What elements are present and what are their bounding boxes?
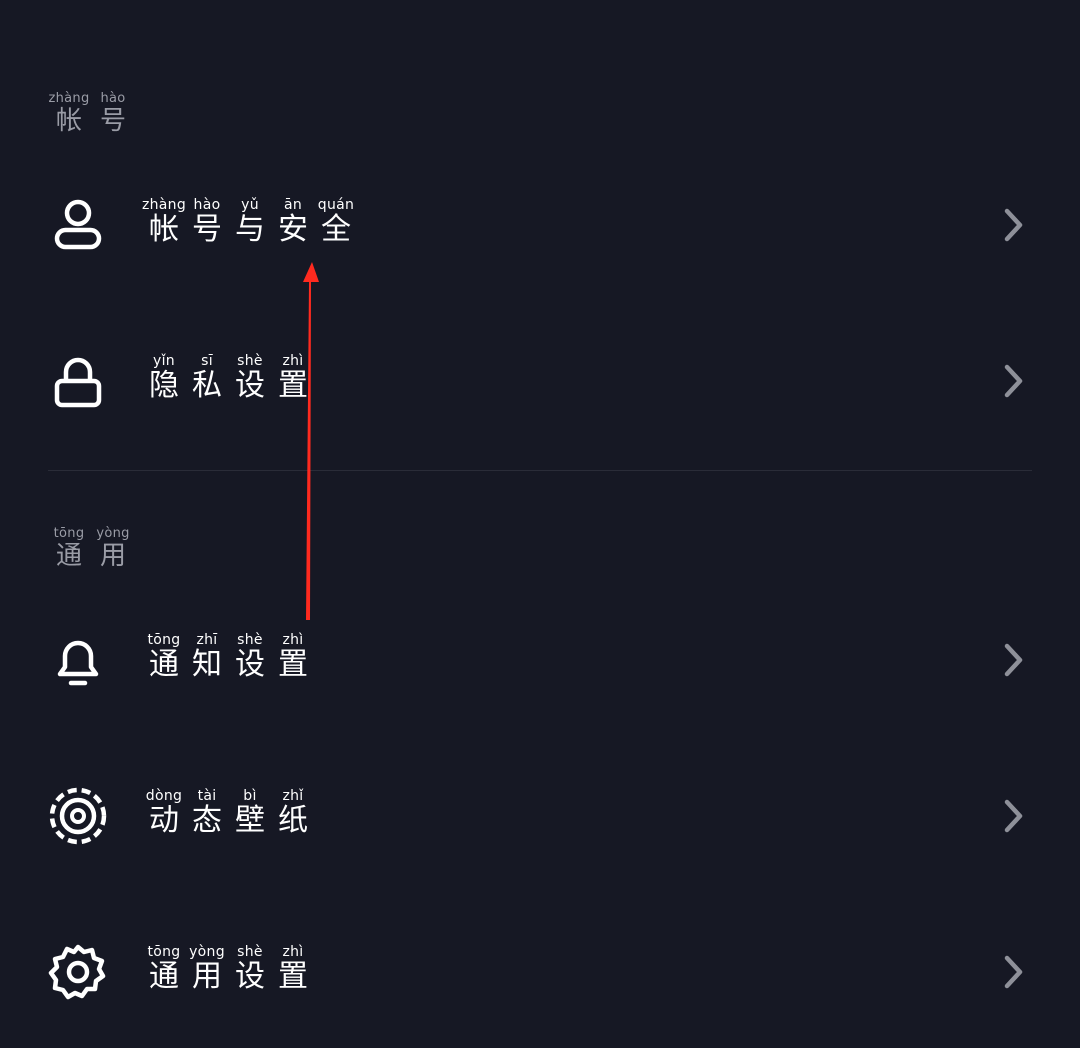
ruby-char: dòng 动 xyxy=(145,788,183,836)
hanzi: 通 xyxy=(149,647,179,682)
pinyin: zhǐ xyxy=(282,788,304,804)
hanzi: 号 xyxy=(192,212,222,247)
settings-item-notifications[interactable]: tōng 通 zhī 知 shè 设 zhì 置 xyxy=(0,610,1080,710)
pinyin: ān xyxy=(283,197,303,213)
pinyin: shè xyxy=(237,353,263,369)
chevron-right-icon xyxy=(1004,208,1023,242)
chevron-right-icon xyxy=(1004,955,1023,989)
pinyin: zhī xyxy=(196,632,218,648)
ruby-char: yǐn 隐 xyxy=(145,353,183,401)
settings-item-general[interactable]: tōng 通 yòng 用 shè 设 zhì 置 xyxy=(0,922,1080,1022)
hanzi: 号 xyxy=(99,106,126,136)
pinyin: yòng xyxy=(189,944,225,960)
chevron-right-icon xyxy=(1004,364,1023,398)
hanzi: 置 xyxy=(278,368,308,403)
ruby-char: shè 设 xyxy=(231,944,269,992)
settings-item-label: dòng 动 tài 态 bì 壁 zhǐ 纸 xyxy=(145,788,312,836)
pinyin: tōng xyxy=(147,944,181,960)
hanzi: 用 xyxy=(192,959,222,994)
pinyin: quán xyxy=(317,197,355,213)
chevron-right-icon xyxy=(1004,643,1023,677)
pinyin: hào xyxy=(100,91,126,106)
gear-icon xyxy=(48,944,106,1000)
pinyin: shè xyxy=(237,632,263,648)
hanzi: 与 xyxy=(235,212,265,247)
hanzi: 纸 xyxy=(278,803,308,838)
hanzi: 通 xyxy=(55,541,82,571)
wallpaper-icon xyxy=(49,787,107,845)
ruby-char: hào 号 xyxy=(94,91,132,136)
hanzi: 全 xyxy=(321,212,351,247)
hanzi: 帐 xyxy=(55,106,82,136)
lock-icon xyxy=(54,357,102,408)
hanzi: 设 xyxy=(235,647,265,682)
section-divider xyxy=(48,470,1032,471)
pinyin: bì xyxy=(243,788,257,804)
hanzi: 通 xyxy=(149,959,179,994)
ruby-char: zhàng 帐 xyxy=(48,91,90,136)
pinyin: tōng xyxy=(147,632,181,648)
ruby-char: quán 全 xyxy=(317,197,355,245)
section-header-general: tōng 通 yòng 用 xyxy=(50,526,132,571)
hanzi: 壁 xyxy=(235,803,265,838)
settings-item-account-security[interactable]: zhàng 帐 hào 号 yǔ 与 ān 安 quán 全 xyxy=(0,175,1080,275)
ruby-char: tōng 通 xyxy=(145,944,183,992)
hanzi: 用 xyxy=(99,541,126,571)
settings-item-label: zhàng 帐 hào 号 yǔ 与 ān 安 quán 全 xyxy=(141,197,355,247)
pinyin: zhàng xyxy=(141,197,187,213)
settings-item-label: tōng 通 zhī 知 shè 设 zhì 置 xyxy=(145,632,312,680)
bell-icon xyxy=(57,640,99,686)
hanzi: 安 xyxy=(278,212,308,247)
ruby-char: tài 态 xyxy=(188,788,226,836)
pinyin: yòng xyxy=(96,526,130,541)
hanzi: 私 xyxy=(192,368,222,403)
ruby-char: sī 私 xyxy=(188,353,226,401)
settings-item-privacy[interactable]: yǐn 隐 sī 私 shè 设 zhì 置 xyxy=(0,331,1080,431)
pinyin: zhì xyxy=(282,632,304,648)
person-icon xyxy=(54,199,102,250)
ruby-char: tōng 通 xyxy=(145,632,183,680)
ruby-char: ān 安 xyxy=(274,197,312,245)
hanzi: 动 xyxy=(149,803,179,838)
ruby-char: zhàng 帐 xyxy=(141,197,187,247)
ruby-char: shè 设 xyxy=(231,632,269,680)
pinyin: shè xyxy=(237,944,263,960)
pinyin: zhàng xyxy=(48,91,90,106)
ruby-char: zhī 知 xyxy=(188,632,226,680)
ruby-char: shè 设 xyxy=(231,353,269,401)
hanzi: 置 xyxy=(278,959,308,994)
hanzi: 设 xyxy=(235,368,265,403)
pinyin: dòng xyxy=(145,788,183,804)
pinyin: zhì xyxy=(282,353,304,369)
pinyin: zhì xyxy=(282,944,304,960)
pinyin: sī xyxy=(201,353,213,369)
ruby-char: hào 号 xyxy=(188,197,226,245)
pinyin: yǔ xyxy=(241,197,259,213)
settings-item-label: yǐn 隐 sī 私 shè 设 zhì 置 xyxy=(145,353,312,401)
pinyin: yǐn xyxy=(153,353,175,369)
hanzi: 设 xyxy=(235,959,265,994)
hanzi: 置 xyxy=(278,647,308,682)
hanzi: 帐 xyxy=(149,212,179,247)
ruby-char: zhì 置 xyxy=(274,353,312,401)
ruby-char: yòng 用 xyxy=(188,944,226,992)
hanzi: 态 xyxy=(192,803,222,838)
hanzi: 知 xyxy=(192,647,222,682)
ruby-char: zhì 置 xyxy=(274,632,312,680)
ruby-char: zhǐ 纸 xyxy=(274,788,312,836)
annotation-arrow xyxy=(303,262,319,620)
settings-item-label: tōng 通 yòng 用 shè 设 zhì 置 xyxy=(145,944,312,992)
ruby-char: yòng 用 xyxy=(94,526,132,571)
hanzi: 隐 xyxy=(149,368,179,403)
ruby-char: yǔ 与 xyxy=(231,197,269,245)
pinyin: tōng xyxy=(53,526,85,541)
section-header-account: zhàng 帐 hào 号 xyxy=(48,91,132,136)
chevron-right-icon xyxy=(1004,799,1023,833)
settings-item-dynamic-wallpaper[interactable]: dòng 动 tài 态 bì 壁 zhǐ 纸 xyxy=(0,766,1080,866)
pinyin: tài xyxy=(197,788,217,804)
ruby-char: bì 壁 xyxy=(231,788,269,836)
ruby-char: tōng 通 xyxy=(50,526,88,571)
ruby-char: zhì 置 xyxy=(274,944,312,992)
pinyin: hào xyxy=(193,197,221,213)
